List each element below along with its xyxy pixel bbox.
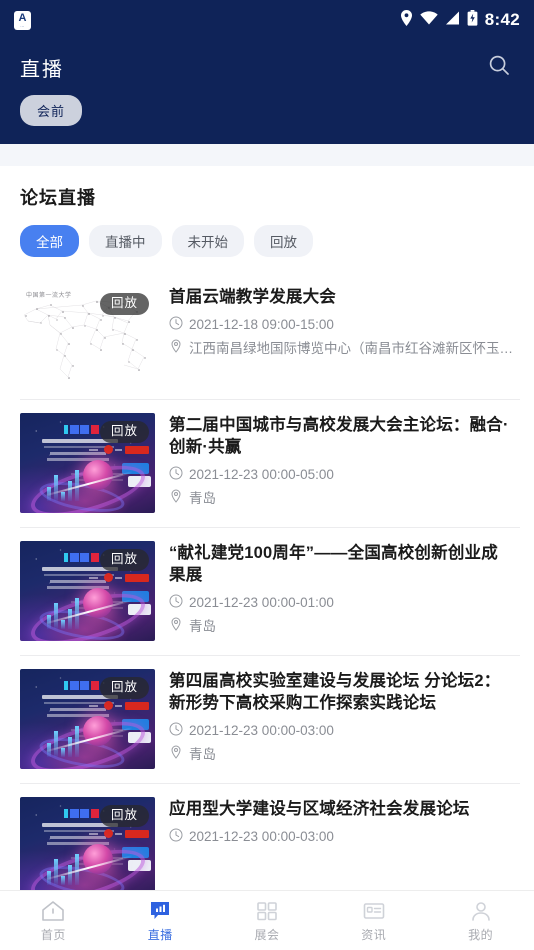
search-icon (488, 54, 510, 81)
filter-chip-upcoming[interactable]: 未开始 (171, 225, 244, 257)
list-item[interactable]: 回放 第四届高校实验室建设与发展论坛 分论坛2：新形势下高校采购工作探索实践论坛… (0, 655, 534, 783)
list-item-info: “献礼建党100周年”——全国高校创新创业成果展 2021-12-23 00:0… (169, 541, 514, 641)
filter-chip-replay[interactable]: 回放 (254, 225, 313, 257)
location-pin-icon (169, 745, 183, 762)
location-pin-icon (169, 489, 183, 506)
clock-icon (169, 594, 183, 611)
search-button[interactable] (484, 53, 514, 83)
location-text: 青岛 (189, 491, 216, 507)
list-item-title: 第二届中国城市与高校发展大会主论坛：融合·创新·共赢 (169, 416, 509, 457)
battery-charging-icon (467, 9, 478, 31)
location-pin-icon (169, 617, 183, 634)
header-spacer-band (0, 144, 534, 166)
list-item-location: 青岛 (169, 615, 514, 635)
nav-item-home[interactable]: 首页 (0, 899, 107, 943)
list-item-info: 首届云端教学发展大会 2021-12-18 09:00-15:00 江西南昌绿地… (169, 285, 514, 385)
list-item-title: 应用型大学建设与区域经济社会发展论坛 (169, 800, 470, 818)
status-bar-left: A ··· (14, 10, 31, 30)
list-item-info: 第二届中国城市与高校发展大会主论坛：融合·创新·共赢 2021-12-23 00… (169, 413, 514, 513)
pre-conference-chip[interactable]: 会前 (20, 95, 83, 126)
thumbnail-caption: 中国第一流大学 (26, 293, 72, 299)
clock-icon (169, 722, 183, 739)
filter-chip-group: 全部 直播中 未开始 回放 (20, 225, 514, 257)
thumbnail: 回放 (20, 541, 155, 641)
list-item-title: 第四届高校实验室建设与发展论坛 分论坛2：新形势下高校采购工作探索实践论坛 (169, 672, 501, 713)
bottom-navigation: 首页 直播 展会 资讯 我的 (0, 890, 534, 950)
list-item-location: 青岛 (169, 743, 514, 763)
time-text: 2021-12-23 00:00-01:00 (189, 595, 334, 611)
grid-icon (255, 899, 279, 923)
list-item-time: 2021-12-23 00:00-03:00 (169, 722, 514, 739)
nav-label: 我的 (468, 927, 494, 942)
person-icon (469, 899, 493, 923)
location-pin-icon (169, 339, 183, 356)
app-badge-sub: ··· (20, 23, 25, 28)
list-item-info: 第四届高校实验室建设与发展论坛 分论坛2：新形势下高校采购工作探索实践论坛 20… (169, 669, 514, 769)
header-top-row: 直播 (20, 40, 514, 95)
status-badge: 回放 (99, 293, 149, 315)
list-item-info: 应用型大学建设与区域经济社会发展论坛 2021-12-23 00:00-03:0… (169, 797, 514, 897)
nav-label: 直播 (147, 927, 173, 942)
location-pin-icon (400, 9, 413, 31)
list-item-location: 江西南昌绿地国际博览中心（南昌市红谷滩新区怀玉山… (169, 337, 514, 357)
filter-chip-all[interactable]: 全部 (20, 225, 79, 257)
location-text: 青岛 (189, 619, 216, 635)
app-badge-icon: A ··· (14, 10, 31, 30)
list-item[interactable]: 中国第一流大学 回放 首届云端教学发展大会 2021-12-18 09:00-1… (0, 271, 534, 399)
clock-icon (169, 316, 183, 333)
list-item-title: “献礼建党100周年”——全国高校创新创业成果展 (169, 544, 498, 585)
clock-icon (169, 466, 183, 483)
nav-item-news[interactable]: 资讯 (320, 899, 427, 943)
forum-live-section: 论坛直播 全部 直播中 未开始 回放 (0, 166, 534, 257)
nav-label: 首页 (40, 927, 66, 942)
time-text: 2021-12-23 00:00-03:00 (189, 723, 334, 739)
nav-item-expo[interactable]: 展会 (214, 899, 321, 943)
home-icon (41, 899, 65, 923)
status-badge: 回放 (99, 805, 149, 827)
status-bar-clock: 8:42 (484, 10, 520, 29)
list-item-time: 2021-12-23 00:00-03:00 (169, 828, 514, 845)
filter-chip-live[interactable]: 直播中 (89, 225, 162, 257)
time-text: 2021-12-23 00:00-05:00 (189, 467, 334, 483)
time-text: 2021-12-23 00:00-03:00 (189, 829, 334, 845)
ieec-logo-icon (64, 424, 99, 434)
list-item-time: 2021-12-18 09:00-15:00 (169, 316, 514, 333)
status-bar-right: 8:42 (400, 9, 520, 31)
clock-icon (169, 828, 183, 845)
wifi-icon (420, 10, 438, 30)
ieec-logo-icon (64, 808, 99, 818)
list-item[interactable]: 回放 第二届中国城市与高校发展大会主论坛：融合·创新·共赢 2021-12-23… (0, 399, 534, 527)
list-item[interactable]: 回放 “献礼建党100周年”——全国高校创新创业成果展 2021-12-23 0… (0, 527, 534, 655)
news-card-icon (362, 899, 386, 923)
nav-label: 展会 (254, 927, 280, 942)
status-badge: 回放 (99, 549, 149, 571)
list-item-title: 首届云端教学发展大会 (169, 288, 336, 306)
status-bar: A ··· 8:42 (0, 0, 534, 40)
thumbnail: 回放 (20, 669, 155, 769)
list-item-time: 2021-12-23 00:00-05:00 (169, 466, 514, 483)
live-broadcast-icon (148, 899, 172, 923)
nav-label: 资讯 (361, 927, 387, 942)
status-badge: 回放 (99, 677, 149, 699)
ieec-logo-icon (64, 680, 99, 690)
list-item-location: 青岛 (169, 487, 514, 507)
ieec-logo-icon (64, 552, 99, 562)
nav-item-profile[interactable]: 我的 (427, 899, 534, 943)
app-badge-letter: A (18, 11, 27, 24)
thumbnail: 回放 (20, 413, 155, 513)
nav-item-live[interactable]: 直播 (107, 899, 214, 943)
list-item-time: 2021-12-23 00:00-01:00 (169, 594, 514, 611)
page-title: 直播 (20, 59, 64, 81)
location-text: 青岛 (189, 747, 216, 763)
status-badge: 回放 (99, 421, 149, 443)
location-text: 江西南昌绿地国际博览中心（南昌市红谷滩新区怀玉山… (189, 341, 514, 357)
live-list: 中国第一流大学 回放 首届云端教学发展大会 2021-12-18 09:00-1… (0, 271, 534, 911)
app-header: 直播 会前 (0, 40, 534, 144)
time-text: 2021-12-18 09:00-15:00 (189, 317, 334, 333)
section-title: 论坛直播 (20, 188, 96, 208)
thumbnail: 回放 (20, 797, 155, 897)
thumbnail: 中国第一流大学 回放 (20, 285, 155, 385)
signal-icon (445, 11, 460, 30)
